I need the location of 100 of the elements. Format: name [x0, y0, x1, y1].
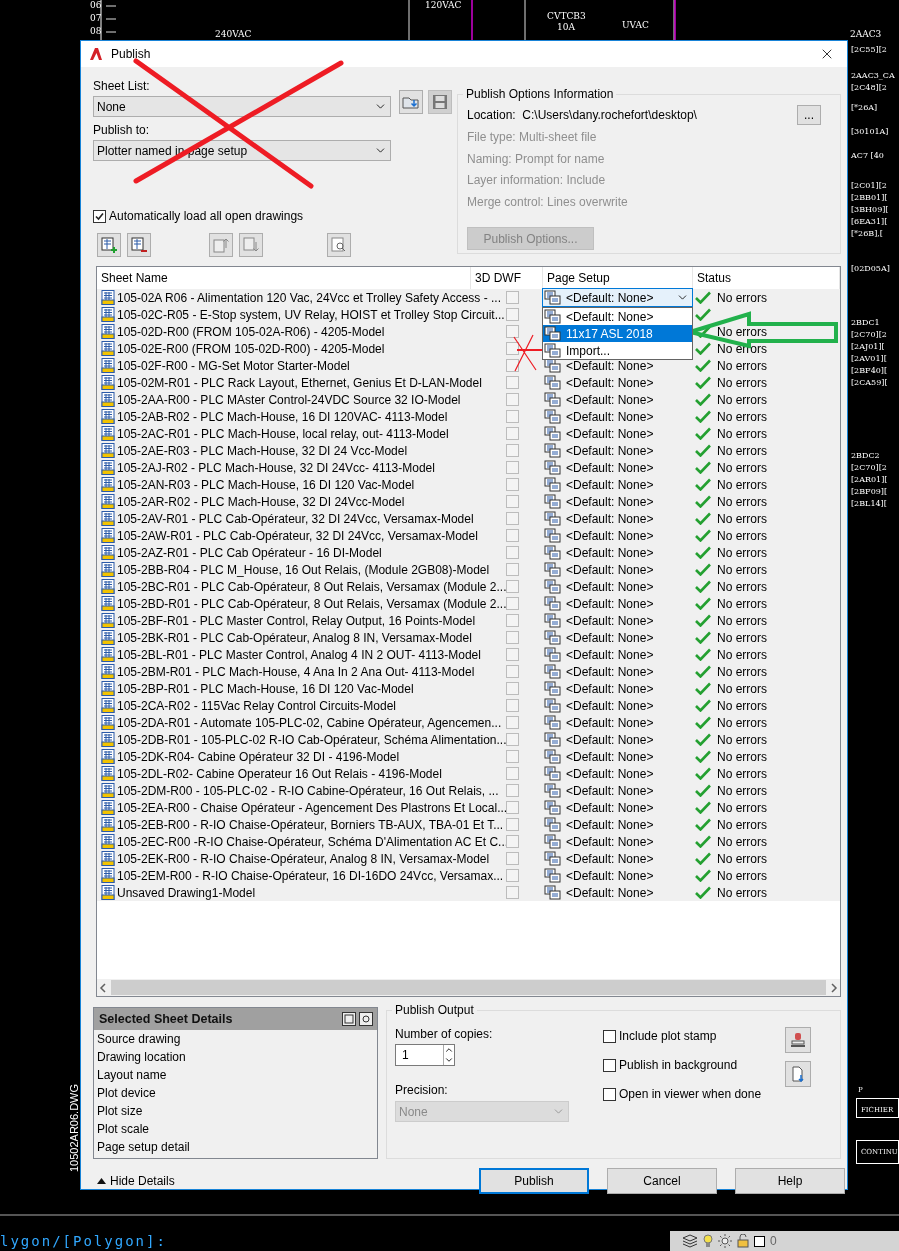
checkbox[interactable]	[505, 682, 519, 695]
page-setup-icon	[544, 562, 561, 577]
move-up-button[interactable]	[209, 233, 233, 257]
page-setup-icon	[544, 443, 561, 458]
check-icon	[695, 835, 711, 848]
checkbox[interactable]	[603, 1029, 616, 1043]
spin-up-icon[interactable]	[444, 1045, 454, 1055]
field-label: Precision:	[395, 1083, 449, 1097]
checkbox[interactable]	[505, 631, 519, 644]
status-cell-text: No errors	[717, 391, 767, 409]
checkbox[interactable]	[505, 614, 519, 627]
checkbox[interactable]	[505, 461, 519, 474]
copies-spinner[interactable]: 1	[395, 1044, 455, 1066]
checkbox[interactable]	[603, 1058, 616, 1072]
checkbox[interactable]	[505, 376, 519, 389]
horizontal-scrollbar[interactable]	[97, 979, 840, 996]
checkbox[interactable]	[505, 767, 519, 780]
checkbox[interactable]	[505, 410, 519, 423]
checkbox[interactable]	[505, 529, 519, 542]
sheet-icon	[101, 460, 115, 475]
checkbox-label: Publish in background	[619, 1057, 738, 1074]
check-icon	[695, 495, 711, 508]
checkbox[interactable]	[93, 209, 106, 223]
group-title: Publish Output	[392, 1003, 477, 1017]
checkbox[interactable]	[505, 784, 519, 797]
checkbox[interactable]	[505, 699, 519, 712]
checkbox[interactable]	[505, 427, 519, 440]
preview-button[interactable]	[327, 233, 351, 257]
background-publish-button[interactable]	[785, 1061, 811, 1087]
checkbox[interactable]	[505, 478, 519, 491]
hide-details-button[interactable]: Hide Details	[93, 1172, 175, 1190]
checkbox[interactable]	[505, 869, 519, 882]
checkbox[interactable]	[505, 444, 519, 457]
checkbox[interactable]	[505, 325, 519, 338]
checkbox[interactable]	[505, 393, 519, 406]
page-setup-icon	[544, 766, 561, 781]
page-setup-icon	[544, 375, 561, 390]
save-button[interactable]	[428, 90, 452, 114]
add-sheets-button[interactable]	[97, 233, 121, 257]
panel-preview-icon[interactable]	[359, 1012, 373, 1026]
cad-label: [*26A]	[851, 102, 878, 113]
panel-view-icon[interactable]	[342, 1012, 356, 1026]
sheet-name-cell-text: 105-2CA-R02 - 115Vac Relay Control Circuits-Model	[117, 697, 396, 715]
remove-sheets-button[interactable]	[127, 233, 151, 257]
dropdown-option[interactable]: 11x17 ASL 2018	[543, 325, 692, 342]
detail-label: Page setup detail	[96, 1139, 191, 1156]
dialog-button[interactable]: Publish	[479, 1168, 589, 1194]
load-sheet-list-button[interactable]	[399, 90, 423, 114]
page-setup-cell-text: <Default: None>	[566, 646, 654, 664]
cad-label: [2AJ01][	[851, 341, 885, 352]
checkbox[interactable]	[505, 835, 519, 848]
checkbox[interactable]	[505, 580, 519, 593]
sheet-icon	[101, 732, 115, 747]
checkbox[interactable]	[603, 1087, 616, 1101]
checkbox[interactable]	[505, 665, 519, 678]
checkbox[interactable]	[505, 852, 519, 865]
checkbox[interactable]	[505, 308, 519, 321]
checkbox[interactable]	[505, 291, 519, 304]
sheet-name-cell-text: 105-2DB-R01 - 105-PLC-02 R-IO Cab-Opérateur, Schéma Alimentation...	[117, 731, 507, 749]
browse-button[interactable]: ...	[797, 105, 821, 125]
checkbox[interactable]	[505, 886, 519, 899]
check-icon	[695, 818, 711, 831]
checkbox[interactable]	[505, 546, 519, 559]
check-icon	[695, 597, 711, 610]
checkbox[interactable]	[505, 342, 519, 355]
checkbox[interactable]	[505, 648, 519, 661]
move-down-button[interactable]	[239, 233, 263, 257]
spin-down-icon[interactable]	[444, 1055, 454, 1065]
dialog-button[interactable]: Cancel	[607, 1168, 717, 1194]
checkbox[interactable]	[505, 750, 519, 763]
page-setup-select[interactable]: <Default: None>	[542, 288, 693, 307]
sheet-icon	[101, 681, 115, 696]
page-setup-icon	[544, 579, 561, 594]
cad-label: [2AR01][	[851, 474, 888, 485]
check-icon	[695, 852, 711, 865]
sheet-icon	[101, 766, 115, 781]
checkbox[interactable]	[505, 563, 519, 576]
status-cell-text: No errors	[717, 595, 767, 613]
checkbox[interactable]	[505, 597, 519, 610]
sheet-name-cell-text: 105-2EB-R00 - R-IO Chaise-Opérateur, Borniers TB-AUX, TBA-01 Et T...	[117, 816, 504, 834]
plot-stamp-button[interactable]	[785, 1027, 811, 1053]
checkbox[interactable]	[505, 818, 519, 831]
dialog-button[interactable]: Help	[735, 1168, 845, 1194]
scroll-right-icon	[828, 982, 840, 993]
check-icon	[695, 529, 711, 542]
checkbox[interactable]	[505, 801, 519, 814]
cad-label: UVAC	[622, 20, 649, 31]
checkbox[interactable]	[505, 359, 519, 372]
sheet-name-cell-text: 105-2AA-R00 - PLC MAster Control-24VDC Source 32 IO-Model	[117, 391, 461, 409]
cad-label: [6EA31][	[851, 216, 888, 227]
checkbox[interactable]	[505, 733, 519, 746]
sheet-name-cell-text: 105-2AB-R02 - PLC Mach-House, 16 DI 120VAC- 4113-Model	[117, 408, 448, 426]
sheet-list-select[interactable]: None	[93, 96, 391, 117]
checkbox[interactable]	[505, 716, 519, 729]
field-label: Sheet List:	[93, 79, 151, 93]
page-setup-cell-text: <Default: None>	[566, 629, 654, 647]
sheet-name-cell-text: 105-2AN-R03 - PLC Mach-House, 16 DI 120 Vac-Model	[117, 476, 415, 494]
checkbox[interactable]	[505, 512, 519, 525]
checkbox[interactable]	[505, 495, 519, 508]
page-setup-cell-text: <Default: None>	[566, 799, 654, 817]
